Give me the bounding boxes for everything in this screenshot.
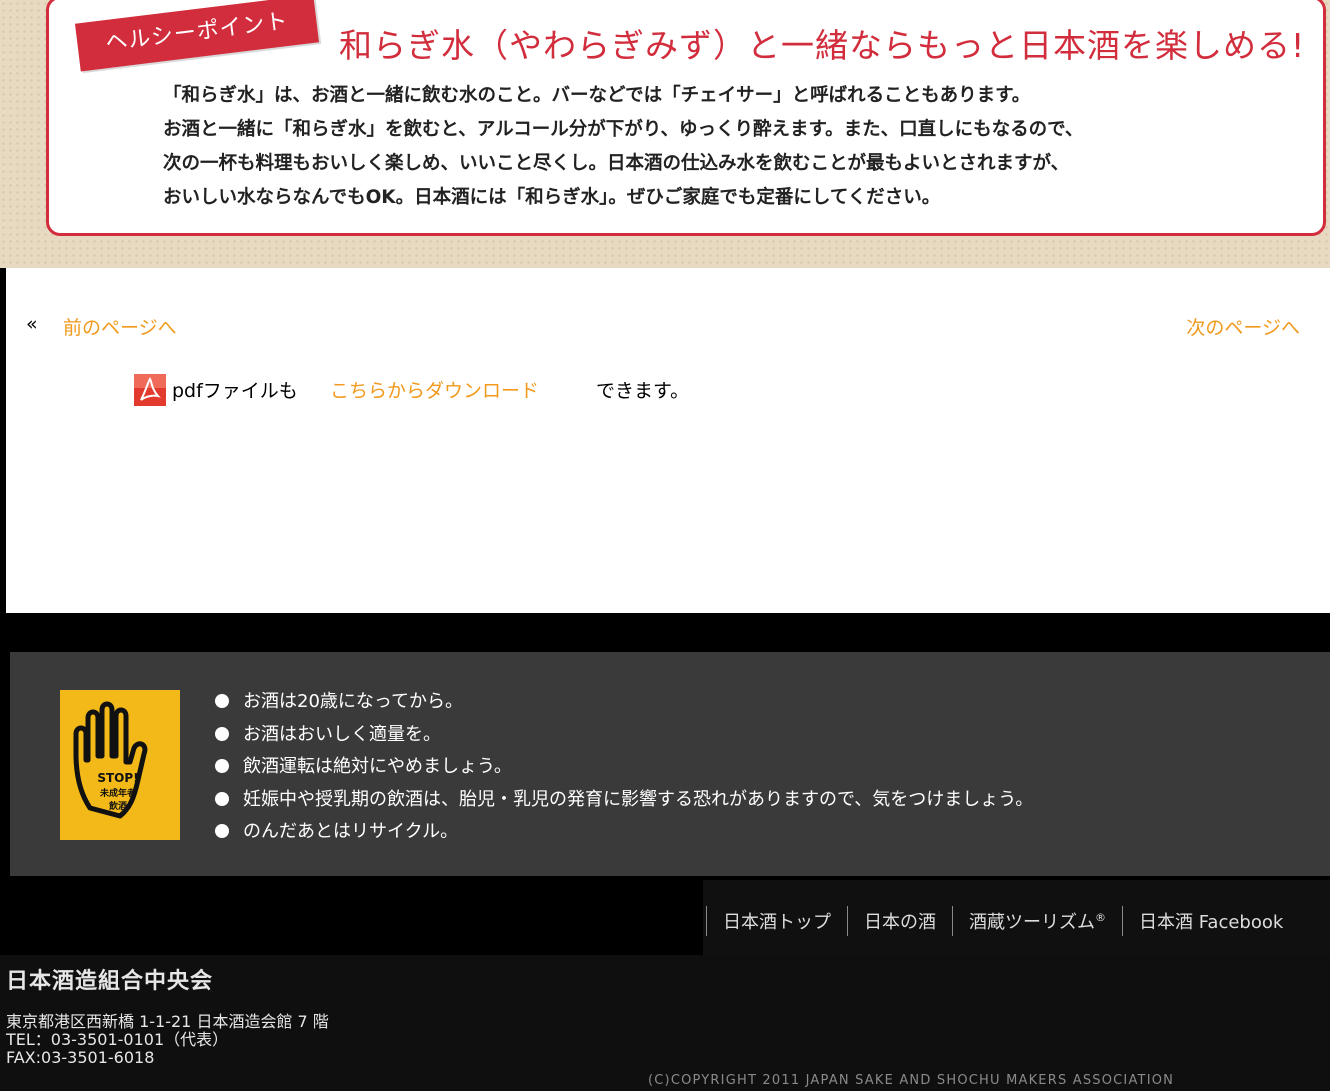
org-address-block: 東京都港区西新橋 1-1-21 日本酒造会館 7 階 TEL：03-3501-0… bbox=[6, 1013, 329, 1067]
org-address: 東京都港区西新橋 1-1-21 日本酒造会館 7 階 bbox=[6, 1012, 329, 1031]
warning-item: 妊娠中や授乳期の飲酒は、胎児・乳児の発育に影響する恐れがありますので、気をつけま… bbox=[215, 784, 1033, 817]
warning-item: 飲酒運転は絶対にやめましょう。 bbox=[215, 751, 1033, 784]
footer-link-sake-top[interactable]: 日本酒トップ bbox=[707, 908, 847, 934]
prev-page-link[interactable]: 前のページへ bbox=[63, 313, 177, 340]
healthy-point-body: 「和らぎ水」は、お酒と一緒に飲む水のこと。バーなどでは「チェイサー」と呼ばれるこ… bbox=[163, 79, 1313, 215]
bullet-icon bbox=[215, 824, 229, 838]
bullet-icon bbox=[215, 791, 229, 806]
footer-link-facebook[interactable]: 日本酒 Facebook bbox=[1123, 908, 1299, 934]
org-name: 日本酒造組合中央会 bbox=[6, 969, 214, 994]
pdf-prefix: pdfファイルも bbox=[172, 380, 298, 402]
body-line: おいしい水ならなんでもOK。日本酒には「和らぎ水」。ぜひご家庭でも定番にしてくだ… bbox=[163, 187, 941, 208]
pdf-suffix: できます。 bbox=[596, 380, 690, 402]
healthy-point-banner: ヘルシーポイント 和らぎ水（やわらぎみず）と一緒ならもっと日本酒を楽しめる! 「… bbox=[0, 0, 1330, 268]
badge-stop-text: STOP! bbox=[97, 771, 138, 785]
org-tel: TEL：03-3501-0101（代表） bbox=[6, 1030, 229, 1049]
warning-item: お酒はおいしく適量を。 bbox=[215, 719, 1033, 752]
body-line: お酒と一緒に「和らぎ水」を飲むと、アルコール分が下がり、ゆっくり酔えます。また、… bbox=[163, 119, 1084, 140]
healthy-point-tag: ヘルシーポイント bbox=[74, 0, 320, 72]
bullet-icon bbox=[215, 726, 229, 741]
bullet-icon bbox=[215, 694, 229, 708]
badge-drinking-text: 飲酒 bbox=[108, 800, 127, 812]
warning-item: お酒は20歳になってから。 bbox=[215, 686, 1033, 719]
pdf-icon bbox=[134, 374, 166, 406]
drinking-warnings: STOP! 未成年者 飲酒 お酒は20歳になってから。 お酒はおいしく適量を。 … bbox=[10, 652, 1330, 876]
copyright: (C)COPYRIGHT 2011 JAPAN SAKE AND SHOCHU … bbox=[648, 1073, 1175, 1088]
registered-mark: ® bbox=[1095, 911, 1106, 924]
prev-arrow: « bbox=[26, 313, 38, 335]
hand-icon: STOP! 未成年者 飲酒 bbox=[73, 701, 148, 819]
badge-underage-text: 未成年者 bbox=[99, 787, 136, 799]
healthy-point-card: ヘルシーポイント 和らぎ水（やわらぎみず）と一緒ならもっと日本酒を楽しめる! 「… bbox=[46, 0, 1326, 236]
next-page-link[interactable]: 次のページへ bbox=[1186, 313, 1300, 340]
footer-nav: 日本酒トップ 日本の酒 酒蔵ツーリズム® 日本酒 Facebook bbox=[706, 906, 1299, 936]
bullet-icon bbox=[215, 759, 229, 773]
org-fax: FAX:03-3501-6018 bbox=[6, 1048, 155, 1067]
content-panel: « 前のページへ 次のページへ pdfファイルも こちらからダウンロード できま… bbox=[6, 268, 1330, 613]
healthy-point-headline: 和らぎ水（やわらぎみず）と一緒ならもっと日本酒を楽しめる! bbox=[339, 26, 1306, 65]
footer-link-japanese-sake[interactable]: 日本の酒 bbox=[848, 908, 952, 934]
stop-underage-badge: STOP! 未成年者 飲酒 bbox=[60, 690, 180, 840]
warning-item: のんだあとはリサイクル。 bbox=[215, 816, 1033, 849]
footer-link-sakagura-tourism[interactable]: 酒蔵ツーリズム® bbox=[953, 908, 1122, 934]
body-line: 「和らぎ水」は、お酒と一緒に飲む水のこと。バーなどでは「チェイサー」と呼ばれるこ… bbox=[163, 85, 1031, 106]
pdf-download-link[interactable]: こちらからダウンロード bbox=[330, 376, 539, 403]
warning-list: お酒は20歳になってから。 お酒はおいしく適量を。 飲酒運転は絶対にやめましょう… bbox=[215, 686, 1033, 849]
body-line: 次の一杯も料理もおいしく楽しめ、いいこと尽くし。日本酒の仕込み水を飲むことが最も… bbox=[163, 153, 1070, 174]
